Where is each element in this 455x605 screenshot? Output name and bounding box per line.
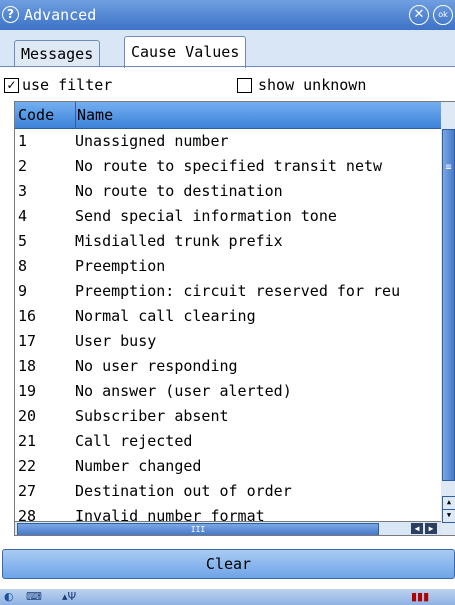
vertical-scroll-thumb[interactable]: ≡ [442,129,455,481]
table-row[interactable]: 27 Destination out of order [15,479,442,504]
table-row[interactable]: 19 No answer (user alerted) [15,379,442,404]
tab-messages[interactable]: Messages [14,40,101,67]
column-header-code[interactable]: Code [15,102,76,128]
table-row[interactable]: 4 Send special information tone [15,204,442,229]
row-name: No answer (user alerted) [75,382,292,400]
table-row[interactable]: 5 Misdialled trunk prefix [15,229,442,254]
filter-row: ✓ use filter show unknown [0,68,455,100]
scroll-up-arrow-icon[interactable]: ▲ [442,496,455,510]
table-row[interactable]: 22 Number changed [15,454,442,479]
window-title: Advanced [24,6,97,24]
close-icon[interactable]: ✕ [409,5,429,25]
row-name: Subscriber absent [75,407,229,425]
row-code: 16 [18,307,37,325]
row-name: Misdialled trunk prefix [75,232,283,250]
table-row[interactable]: 9 Preemption: circuit reserved for reu [15,279,442,304]
use-filter-label[interactable]: use filter [22,76,112,94]
row-code: 3 [18,182,28,200]
tab-cause-values[interactable]: Cause Values [124,36,247,68]
row-name: Send special information tone [75,207,337,225]
row-name: Unassigned number [75,132,229,150]
row-code: 27 [18,482,37,500]
row-code: 22 [18,457,37,475]
row-name: No route to destination [75,182,283,200]
start-icon[interactable]: ◐ [4,590,14,604]
horizontal-scrollbar[interactable]: III ◀ ▶ [15,521,442,535]
scroll-left-arrow-icon[interactable]: ◀ [411,523,423,534]
row-code: 9 [18,282,28,300]
row-code: 18 [18,357,37,375]
row-code: 1 [18,132,28,150]
row-code: 8 [18,257,28,275]
table-row[interactable]: 16 Normal call clearing [15,304,442,329]
row-name: Preemption [75,257,166,275]
row-name: Destination out of order [75,482,292,500]
cause-values-table: Code Name 1 Unassigned number 2 No route to… [14,101,443,536]
row-name: User busy [75,332,157,350]
vertical-scrollbar[interactable]: ≡ ▲ ▼ [441,101,455,536]
column-header-name[interactable]: Name [77,102,113,128]
table-row[interactable]: 17 User busy [15,329,442,354]
row-code: 5 [18,232,28,250]
horizontal-scroll-thumb[interactable]: III [17,523,379,535]
ok-icon[interactable]: ok [433,5,453,25]
table-row[interactable]: 1 Unassigned number [15,129,442,154]
taskbar: ◐ ⌨ ▴Ψ ▮▮▮ [0,589,455,605]
table-row[interactable]: 3 No route to destination [15,179,442,204]
help-icon[interactable]: ? [2,6,19,23]
antenna-icon[interactable]: ▴Ψ [62,590,76,604]
scroll-right-arrow-icon[interactable]: ▶ [425,523,437,534]
use-filter-checkbox[interactable]: ✓ [4,78,19,93]
tab-divider [0,66,455,67]
table-row[interactable]: 2 No route to specified transit netw [15,154,442,179]
row-name: Call rejected [75,432,193,450]
show-unknown-label[interactable]: show unknown [258,76,366,94]
row-name: Number changed [75,457,202,475]
table-row[interactable]: 8 Preemption [15,254,442,279]
row-code: 21 [18,432,37,450]
row-code: 2 [18,157,28,175]
table-row[interactable]: 21 Call rejected [15,429,442,454]
keyboard-icon[interactable]: ⌨ [26,590,42,604]
row-code: 19 [18,382,37,400]
show-unknown-checkbox[interactable] [237,78,252,93]
signal-icon[interactable]: ▮▮▮ [411,590,429,604]
row-name: No route to specified transit netw [75,157,383,175]
row-code: 17 [18,332,37,350]
row-name: No user responding [75,357,238,375]
row-code: 20 [18,407,37,425]
table-row[interactable]: 18 No user responding [15,354,442,379]
table-header: Code Name [15,102,442,129]
clear-button[interactable]: Clear [2,549,455,579]
table-body: 1 Unassigned number 2 No route to specified… [15,129,442,529]
table-row[interactable]: 20 Subscriber absent [15,404,442,429]
row-name: Normal call clearing [75,307,256,325]
scroll-down-arrow-icon[interactable]: ▼ [442,509,455,523]
row-code: 4 [18,207,28,225]
row-name: Preemption: circuit reserved for reu [75,282,401,300]
title-bar: ? Advanced ✕ ok [0,0,455,30]
